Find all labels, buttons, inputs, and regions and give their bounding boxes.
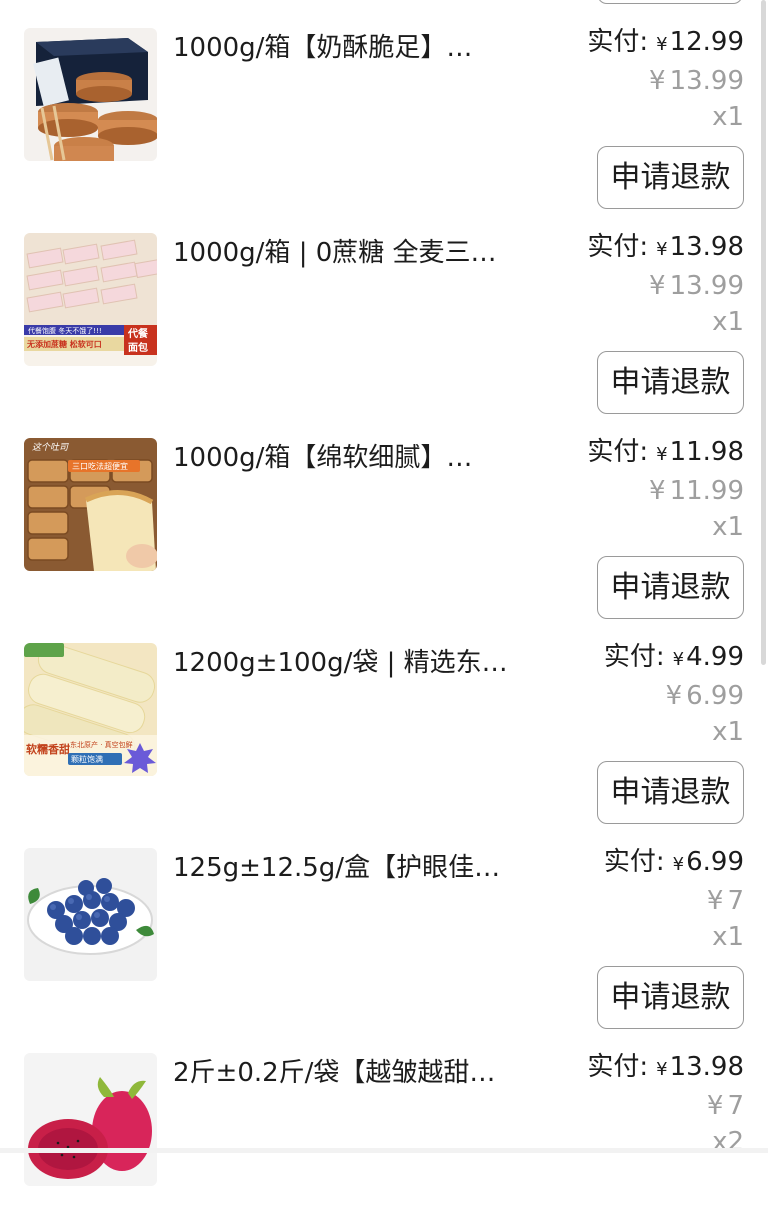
apply-refund-button[interactable]: 申请退款	[597, 966, 744, 1029]
blueberry-image[interactable]	[24, 848, 157, 981]
currency-symbol: ¥	[649, 476, 666, 506]
paid-price: 实付: ¥13.98	[587, 229, 744, 268]
quantity: x1	[712, 717, 744, 747]
original-amount: 7	[727, 886, 744, 916]
thumb-text: 代餐饱腹 冬天不饿了!!!	[28, 326, 102, 335]
product-title[interactable]: 1000g/箱 | 0蔗糖 全麦三…	[173, 235, 518, 271]
apply-refund-button[interactable]: 申请退款	[597, 146, 744, 209]
product-title[interactable]: 125g±12.5g/盒【护眼佳…	[173, 850, 518, 886]
original-amount: 13.99	[669, 271, 744, 301]
paid-label: 实付:	[603, 847, 665, 877]
apply-refund-button[interactable]: 申请退款	[597, 351, 744, 414]
quantity: x1	[712, 922, 744, 952]
paid-label: 实付:	[587, 232, 649, 262]
apply-refund-button[interactable]: 申请退款	[597, 556, 744, 619]
thumb-text: 面包	[128, 341, 148, 354]
currency-symbol: ¥	[656, 239, 668, 260]
bread-pack-image[interactable]: 代餐饱腹 冬天不饿了!!! 无添加蔗糖 松软可口 代餐 面包	[24, 233, 157, 366]
thumb-text: 无添加蔗糖 松软可口	[26, 339, 102, 349]
paid-amount: 12.99	[669, 27, 744, 57]
quantity: x2	[712, 1127, 744, 1157]
order-item: 这个吐司 三口吃法超便宜 1000g/箱【绵软细腻】… 实付: ¥11.98 ¥1…	[0, 410, 768, 619]
quantity: x1	[712, 102, 744, 132]
original-price: ¥7	[587, 1088, 744, 1124]
price-block: 实付: ¥13.98 ¥13.99 x1	[587, 229, 744, 340]
original-price: ¥6.99	[604, 678, 744, 714]
price-block: 实付: ¥12.99 ¥13.99 x1	[587, 24, 744, 135]
original-amount: 6.99	[686, 681, 744, 711]
currency-symbol: ¥	[656, 1059, 668, 1080]
original-price: ¥11.99	[587, 473, 744, 509]
quantity: x1	[712, 512, 744, 542]
paid-price: 实付: ¥11.98	[587, 434, 744, 473]
paid-price: 实付: ¥12.99	[587, 24, 744, 63]
original-amount: 13.99	[669, 66, 744, 96]
currency-symbol: ¥	[656, 444, 668, 465]
thumb-text: 颗粒饱满	[71, 754, 103, 764]
original-amount: 7	[727, 1091, 744, 1121]
paid-price: 实付: ¥4.99	[604, 639, 744, 678]
dragon-fruit-image[interactable]	[24, 1053, 157, 1186]
thumb-text: 软糯香甜	[26, 742, 70, 756]
paid-price: 实付: ¥13.98	[587, 1049, 744, 1088]
currency-symbol: ¥	[706, 1091, 724, 1121]
toast-bread-image[interactable]: 这个吐司 三口吃法超便宜	[24, 438, 157, 571]
product-title[interactable]: 1000g/箱【绵软细腻】…	[173, 440, 518, 476]
paid-label: 实付:	[587, 27, 649, 57]
bottom-divider	[0, 1148, 768, 1153]
thumb-text: 代餐	[127, 327, 149, 340]
original-price: ¥7	[604, 883, 744, 919]
paid-label: 实付:	[603, 642, 665, 672]
price-block: 实付: ¥11.98 ¥11.99 x1	[587, 434, 744, 545]
paid-price: 实付: ¥6.99	[604, 844, 744, 883]
paid-amount: 13.98	[669, 232, 744, 262]
price-block: 实付: ¥13.98 ¥7 x2	[587, 1049, 744, 1160]
order-item: 125g±12.5g/盒【护眼佳… 实付: ¥6.99 ¥7 x1 申请退款	[0, 820, 768, 1029]
currency-symbol: ¥	[672, 649, 685, 670]
product-title[interactable]: 1000g/箱【奶酥脆足】…	[173, 30, 518, 66]
original-amount: 11.99	[669, 476, 744, 506]
corn-image[interactable]: 东北原产 · 真空包鲜 软糯香甜 颗粒饱满	[24, 643, 157, 776]
quantity: x1	[712, 307, 744, 337]
order-item: 1000g/箱【奶酥脆足】… 实付: ¥12.99 ¥13.99 x1 申请退款	[0, 0, 768, 209]
paid-amount: 11.98	[669, 437, 744, 467]
product-title[interactable]: 1200g±100g/袋 | 精选东…	[173, 645, 518, 681]
currency-symbol: ¥	[649, 271, 666, 301]
thumb-text: 东北原产 · 真空包鲜	[70, 740, 133, 749]
biscuit-box-image[interactable]	[24, 28, 157, 161]
original-price: ¥13.99	[587, 63, 744, 99]
original-price: ¥13.99	[587, 268, 744, 304]
currency-symbol: ¥	[665, 681, 683, 711]
paid-label: 实付:	[587, 437, 649, 467]
price-block: 实付: ¥6.99 ¥7 x1	[604, 844, 744, 955]
apply-refund-button[interactable]: 申请退款	[597, 761, 744, 824]
currency-symbol: ¥	[672, 854, 685, 875]
currency-symbol: ¥	[706, 886, 724, 916]
order-item: 代餐饱腹 冬天不饿了!!! 无添加蔗糖 松软可口 代餐 面包 1000g/箱 |…	[0, 205, 768, 414]
order-item: 东北原产 · 真空包鲜 软糯香甜 颗粒饱满 1200g±100g/袋 | 精选东…	[0, 615, 768, 824]
product-title[interactable]: 2斤±0.2斤/袋【越皱越甜…	[173, 1055, 518, 1091]
paid-amount: 6.99	[686, 847, 744, 877]
thumb-text: 三口吃法超便宜	[72, 461, 128, 471]
currency-symbol: ¥	[656, 34, 668, 55]
paid-amount: 13.98	[669, 1052, 744, 1082]
paid-amount: 4.99	[686, 642, 744, 672]
currency-symbol: ¥	[649, 66, 666, 96]
order-item: 2斤±0.2斤/袋【越皱越甜… 实付: ¥13.98 ¥7 x2	[0, 1025, 768, 1230]
paid-label: 实付:	[587, 1052, 649, 1082]
price-block: 实付: ¥4.99 ¥6.99 x1	[604, 639, 744, 750]
thumb-text: 这个吐司	[32, 442, 69, 453]
